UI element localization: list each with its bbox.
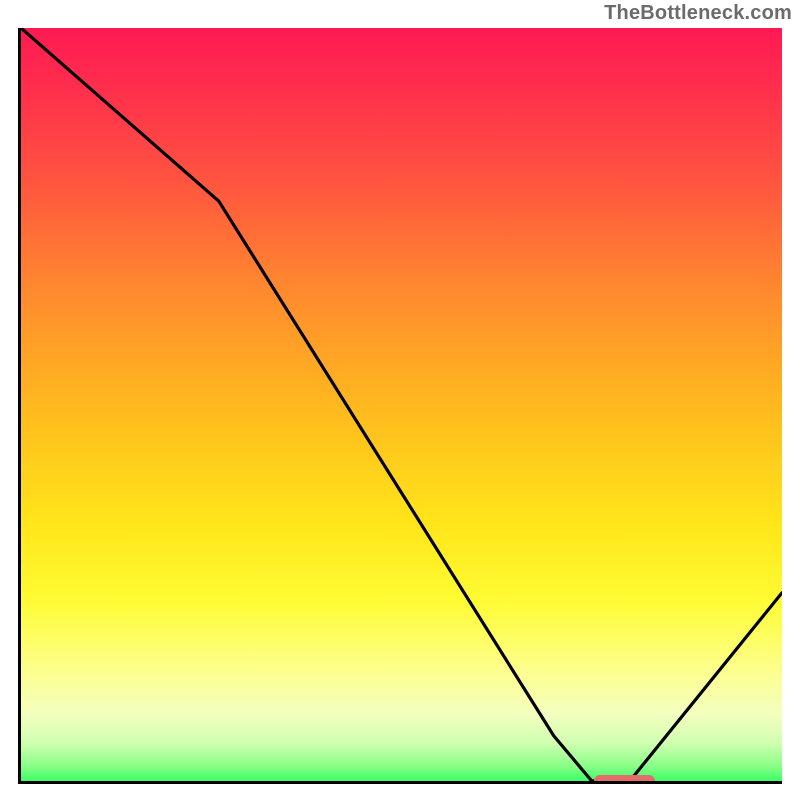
chart-container: TheBottleneck.com [0,0,800,800]
plot-area [18,28,782,784]
highlight-marker [594,775,655,784]
watermark-text: TheBottleneck.com [604,2,792,25]
line-series [21,28,782,781]
